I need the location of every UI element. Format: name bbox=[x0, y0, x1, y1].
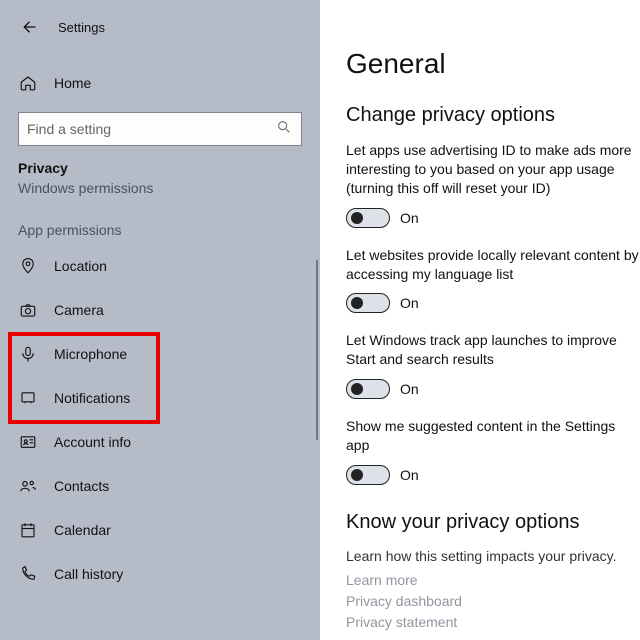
know-subtitle: Learn how this setting impacts your priv… bbox=[346, 548, 640, 564]
option-description: Let apps use advertising ID to make ads … bbox=[346, 141, 640, 198]
toggle-state-label: On bbox=[400, 295, 419, 311]
toggle-language-list[interactable] bbox=[346, 293, 390, 313]
option-description: Let websites provide locally relevant co… bbox=[346, 246, 640, 284]
sidebar-subcategory[interactable]: Windows permissions bbox=[0, 180, 320, 212]
sidebar-item-calendar[interactable]: Calendar bbox=[0, 508, 320, 552]
sidebar-item-label: Location bbox=[54, 258, 107, 274]
sidebar-item-location[interactable]: Location bbox=[0, 244, 320, 288]
search-icon bbox=[276, 119, 294, 137]
phone-icon bbox=[18, 564, 38, 584]
home-icon bbox=[18, 73, 38, 93]
sidebar-item-contacts[interactable]: Contacts bbox=[0, 464, 320, 508]
toggle-suggested-content[interactable] bbox=[346, 465, 390, 485]
toggle-state-label: On bbox=[400, 381, 419, 397]
know-title: Know your privacy options bbox=[346, 511, 640, 534]
sidebar-home[interactable]: Home bbox=[0, 64, 320, 102]
calendar-icon bbox=[18, 520, 38, 540]
sidebar-item-microphone[interactable]: Microphone bbox=[0, 332, 320, 376]
sidebar-item-label: Contacts bbox=[54, 478, 109, 494]
sidebar-item-label: Microphone bbox=[54, 346, 127, 362]
account-icon bbox=[18, 432, 38, 452]
sidebar-item-label: Call history bbox=[54, 566, 123, 582]
toggle-app-launches[interactable] bbox=[346, 379, 390, 399]
camera-icon bbox=[18, 300, 38, 320]
option-description: Let Windows track app launches to improv… bbox=[346, 331, 640, 369]
contacts-icon bbox=[18, 476, 38, 496]
option-description: Show me suggested content in the Setting… bbox=[346, 417, 640, 455]
page-title: General bbox=[346, 48, 640, 80]
search-input-wrap bbox=[18, 112, 302, 146]
window-title: Settings bbox=[58, 20, 105, 35]
sidebar-item-label: Camera bbox=[54, 302, 104, 318]
back-icon[interactable] bbox=[18, 17, 38, 37]
sidebar-group-label: App permissions bbox=[0, 212, 320, 244]
main-content: General Change privacy options Let apps … bbox=[320, 0, 640, 640]
sidebar-category: Privacy bbox=[0, 146, 320, 180]
toggle-state-label: On bbox=[400, 210, 419, 226]
sidebar: Settings Home Privacy Windows permission… bbox=[0, 0, 320, 640]
sidebar-item-account-info[interactable]: Account info bbox=[0, 420, 320, 464]
section-title: Change privacy options bbox=[346, 104, 640, 127]
toggle-state-label: On bbox=[400, 467, 419, 483]
link-privacy-statement[interactable]: Privacy statement bbox=[346, 612, 640, 633]
location-icon bbox=[18, 256, 38, 276]
sidebar-item-label: Account info bbox=[54, 434, 131, 450]
sidebar-home-label: Home bbox=[54, 75, 91, 91]
sidebar-item-label: Calendar bbox=[54, 522, 111, 538]
sidebar-item-notifications[interactable]: Notifications bbox=[0, 376, 320, 420]
sidebar-item-camera[interactable]: Camera bbox=[0, 288, 320, 332]
toggle-advertising-id[interactable] bbox=[346, 208, 390, 228]
link-learn-more[interactable]: Learn more bbox=[346, 570, 640, 591]
microphone-icon bbox=[18, 344, 38, 364]
sidebar-item-label: Notifications bbox=[54, 390, 130, 406]
search-input[interactable] bbox=[18, 112, 302, 146]
notifications-icon bbox=[18, 388, 38, 408]
link-privacy-dashboard[interactable]: Privacy dashboard bbox=[346, 591, 640, 612]
sidebar-item-call-history[interactable]: Call history bbox=[0, 552, 320, 596]
scrollbar[interactable] bbox=[316, 260, 318, 440]
